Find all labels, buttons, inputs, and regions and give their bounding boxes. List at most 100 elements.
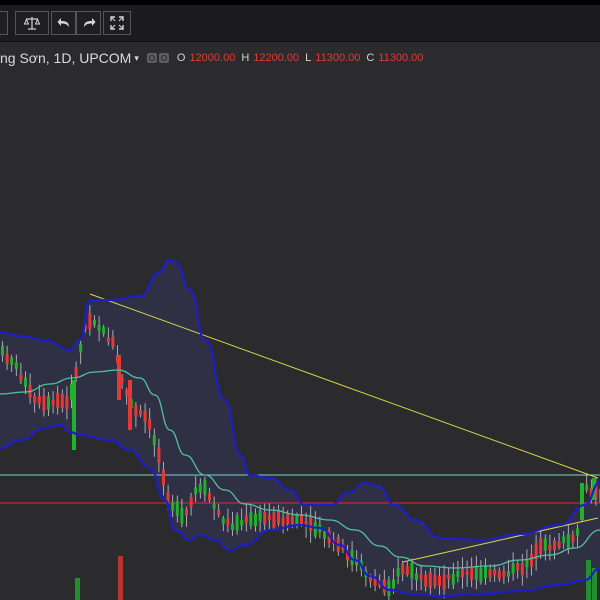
- candle-down: [419, 574, 423, 580]
- candle-up: [415, 573, 418, 581]
- undo-button[interactable]: [51, 11, 76, 35]
- candle-up: [97, 324, 101, 331]
- chevron-down-icon[interactable]: ▾: [134, 53, 139, 64]
- candle-down: [139, 409, 142, 415]
- candle-down: [217, 509, 221, 516]
- candle-up: [585, 484, 589, 491]
- candle-down: [37, 396, 41, 405]
- candle-large: [128, 380, 132, 430]
- candle-down: [309, 516, 313, 531]
- candle-up: [79, 343, 83, 353]
- candle-down: [272, 512, 276, 528]
- candle-up: [24, 377, 27, 387]
- candle-down: [56, 392, 60, 409]
- candle-down: [530, 553, 533, 567]
- candle-down: [88, 313, 92, 329]
- candle-down: [162, 470, 165, 486]
- candle-down: [60, 394, 64, 409]
- candle-up: [543, 538, 547, 551]
- candle-down: [470, 566, 474, 580]
- candle-down: [447, 574, 451, 579]
- candle-up: [484, 564, 487, 579]
- fullscreen-button[interactable]: [103, 11, 131, 35]
- candle-up: [410, 562, 414, 579]
- candle-down: [286, 513, 290, 525]
- price-chart-canvas[interactable]: [0, 0, 600, 600]
- candle-down: [369, 576, 372, 582]
- fullscreen-icon: [110, 16, 124, 30]
- close-label: C: [366, 52, 375, 64]
- low-label: L: [305, 52, 312, 64]
- candle-down: [571, 534, 575, 542]
- chart-toolbar: [0, 5, 600, 42]
- candle-down: [143, 410, 147, 423]
- compare-button[interactable]: [15, 11, 49, 35]
- candle-down: [488, 568, 492, 578]
- candle-down: [424, 574, 428, 587]
- candle-large: [72, 380, 76, 450]
- candle-up: [171, 501, 175, 511]
- candle-up: [387, 580, 391, 597]
- candle-down: [65, 395, 69, 409]
- candle-down: [465, 570, 469, 575]
- candle-down: [185, 508, 188, 516]
- candle-down: [106, 337, 110, 343]
- eye-icon[interactable]: [146, 53, 157, 63]
- candle-up: [203, 480, 207, 495]
- candle-up: [451, 573, 455, 585]
- candle-down: [226, 518, 230, 526]
- candle-down: [428, 572, 432, 589]
- candle-up: [10, 357, 14, 365]
- candle-up: [254, 513, 257, 527]
- candle-up: [175, 501, 179, 516]
- candle-up: [511, 563, 515, 574]
- close-value: 11300.00: [378, 52, 424, 64]
- candle-down: [244, 515, 248, 524]
- candle-down: [539, 538, 543, 555]
- candle-up: [212, 504, 216, 509]
- candle-down: [442, 573, 446, 590]
- symbol-title[interactable]: ng Sơn, 1D, UPCOM: [0, 50, 131, 66]
- candle-up: [152, 435, 156, 446]
- open-label: O: [176, 52, 186, 64]
- candle-up: [456, 570, 460, 577]
- candle-down: [111, 337, 115, 347]
- candle-up: [576, 528, 579, 536]
- candle-up: [93, 319, 96, 326]
- candle-down: [148, 419, 152, 430]
- candle-down: [33, 396, 37, 403]
- candle-down: [267, 514, 271, 520]
- candle-large: [117, 355, 121, 400]
- candle-down: [42, 395, 46, 411]
- candle-up: [562, 536, 566, 543]
- candle-down: [401, 563, 405, 575]
- high-label: H: [241, 52, 250, 64]
- undo-arrow-icon: [57, 18, 69, 27]
- redo-button[interactable]: [76, 11, 101, 35]
- candle-down: [290, 516, 294, 525]
- candle-down: [461, 568, 464, 578]
- candle-down: [74, 367, 78, 378]
- candle-down: [516, 563, 520, 571]
- candle-up: [47, 396, 50, 410]
- candle-down: [263, 511, 267, 525]
- candle-up: [323, 531, 326, 539]
- candle-down: [5, 353, 9, 364]
- candle-down: [19, 374, 23, 381]
- candle-down: [502, 570, 506, 577]
- candle-down: [51, 399, 55, 405]
- high-value: 12200.00: [253, 52, 300, 64]
- candle-up: [235, 515, 239, 531]
- toolbar-button-partial[interactable]: [0, 11, 8, 35]
- candle-large: [580, 483, 584, 520]
- candle-up: [231, 523, 234, 531]
- settings-icon[interactable]: [158, 53, 169, 63]
- candle-down: [493, 569, 497, 576]
- low-value: 11300.00: [315, 52, 361, 64]
- candle-down: [189, 496, 193, 507]
- candle-down: [438, 575, 441, 586]
- candle-up: [240, 520, 244, 526]
- candle-down: [520, 563, 524, 575]
- candle-up: [479, 568, 483, 583]
- candle-down: [157, 447, 161, 463]
